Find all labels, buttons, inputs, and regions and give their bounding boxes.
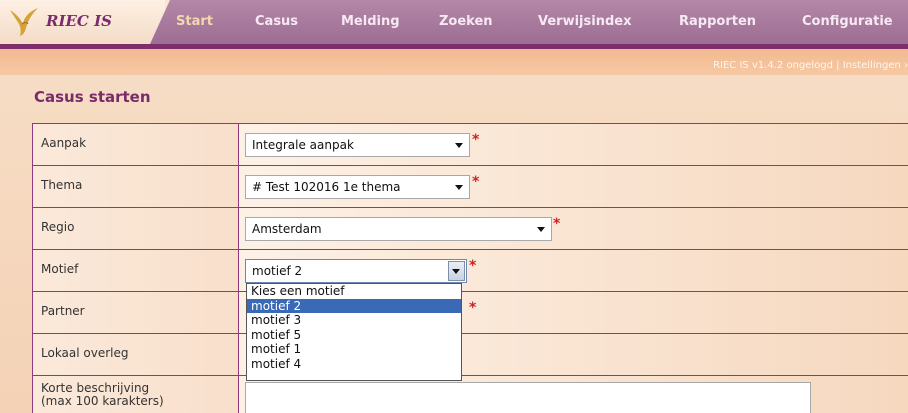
korte-beschrijving-field-cell [239,376,908,413]
top-bar: RIEC IS Start Casus Melding Zoeken Verwi… [0,0,908,48]
form-row-lokaal-overleg: Lokaal overleg [32,334,908,376]
app-title: RIEC IS [46,12,112,30]
dropdown-option[interactable]: Kies een motief [247,284,461,299]
aanpak-field-cell: Integrale aanpak * [239,124,908,165]
thema-field-cell: # Test 102016 1e thema * [239,166,908,207]
form-row-korte-beschrijving: Korte beschrijving (max 100 karakters) [32,376,908,413]
logo[interactable]: RIEC IS [0,0,165,44]
aanpak-select-value: Integrale aanpak [252,138,354,152]
partner-label: Partner [32,292,239,333]
breadcrumb: RIEC IS v1.4.2 ongelogd | Instellingen › [713,60,908,71]
motief-dropdown-list: Kies een motief motief 2 motief 3 motief… [246,283,462,381]
regio-select-value: Amsterdam [252,222,322,236]
nav-zoeken[interactable]: Zoeken [439,14,493,29]
nav-casus[interactable]: Casus [255,14,298,29]
chevron-down-icon [452,269,460,274]
korte-beschrijving-label-line2: (max 100 karakters) [41,394,164,408]
required-marker: * [469,300,477,316]
dropdown-option[interactable]: motief 1 [247,342,461,357]
korte-beschrijving-textarea[interactable] [245,382,811,413]
nav-rapporten[interactable]: Rapporten [679,14,756,29]
required-marker: * [472,174,480,190]
chevron-down-icon [455,185,463,190]
form-row-partner: Partner * [32,292,908,334]
dropdown-button[interactable] [448,261,465,281]
aanpak-label: Aanpak [32,124,239,165]
required-marker: * [472,132,480,148]
dropdown-option[interactable]: motief 3 [247,313,461,328]
thema-select-value: # Test 102016 1e thema [252,180,401,194]
form-row-aanpak: Aanpak Integrale aanpak * [32,124,908,166]
regio-field-cell: Amsterdam * [239,208,908,249]
required-marker: * [553,216,561,232]
thema-label: Thema [32,166,239,207]
page-title: Casus starten [34,88,151,106]
eagle-logo-icon [10,8,38,36]
motief-select[interactable]: motief 2 [245,259,467,283]
dropdown-option[interactable]: motief 4 [247,357,461,372]
motief-select-value: motief 2 [252,264,303,278]
thema-select[interactable]: # Test 102016 1e thema [245,175,470,199]
form-row-thema: Thema # Test 102016 1e thema * [32,166,908,208]
aanpak-select[interactable]: Integrale aanpak [245,133,470,157]
nav-melding[interactable]: Melding [341,14,400,29]
form-row-regio: Regio Amsterdam * [32,208,908,250]
dropdown-option-selected[interactable]: motief 2 [247,298,461,313]
regio-label: Regio [32,208,239,249]
dropdown-option[interactable]: motief 5 [247,328,461,343]
korte-beschrijving-label: Korte beschrijving (max 100 karakters) [32,376,239,413]
chevron-down-icon [455,143,463,148]
chevron-down-icon [537,227,545,232]
nav-start[interactable]: Start [176,14,213,29]
nav-verwijsindex[interactable]: Verwijsindex [538,14,631,29]
casus-form: Aanpak Integrale aanpak * Thema # Test 1… [32,123,908,413]
motief-label: Motief [32,250,239,291]
required-marker: * [469,258,477,274]
regio-select[interactable]: Amsterdam [245,217,552,241]
nav-configuratie[interactable]: Configuratie [802,14,893,29]
form-row-motief: Motief motief 2 * [32,250,908,292]
lokaal-overleg-label: Lokaal overleg [32,334,239,375]
main-nav: Start Casus Melding Zoeken Verwijsindex … [150,0,908,44]
